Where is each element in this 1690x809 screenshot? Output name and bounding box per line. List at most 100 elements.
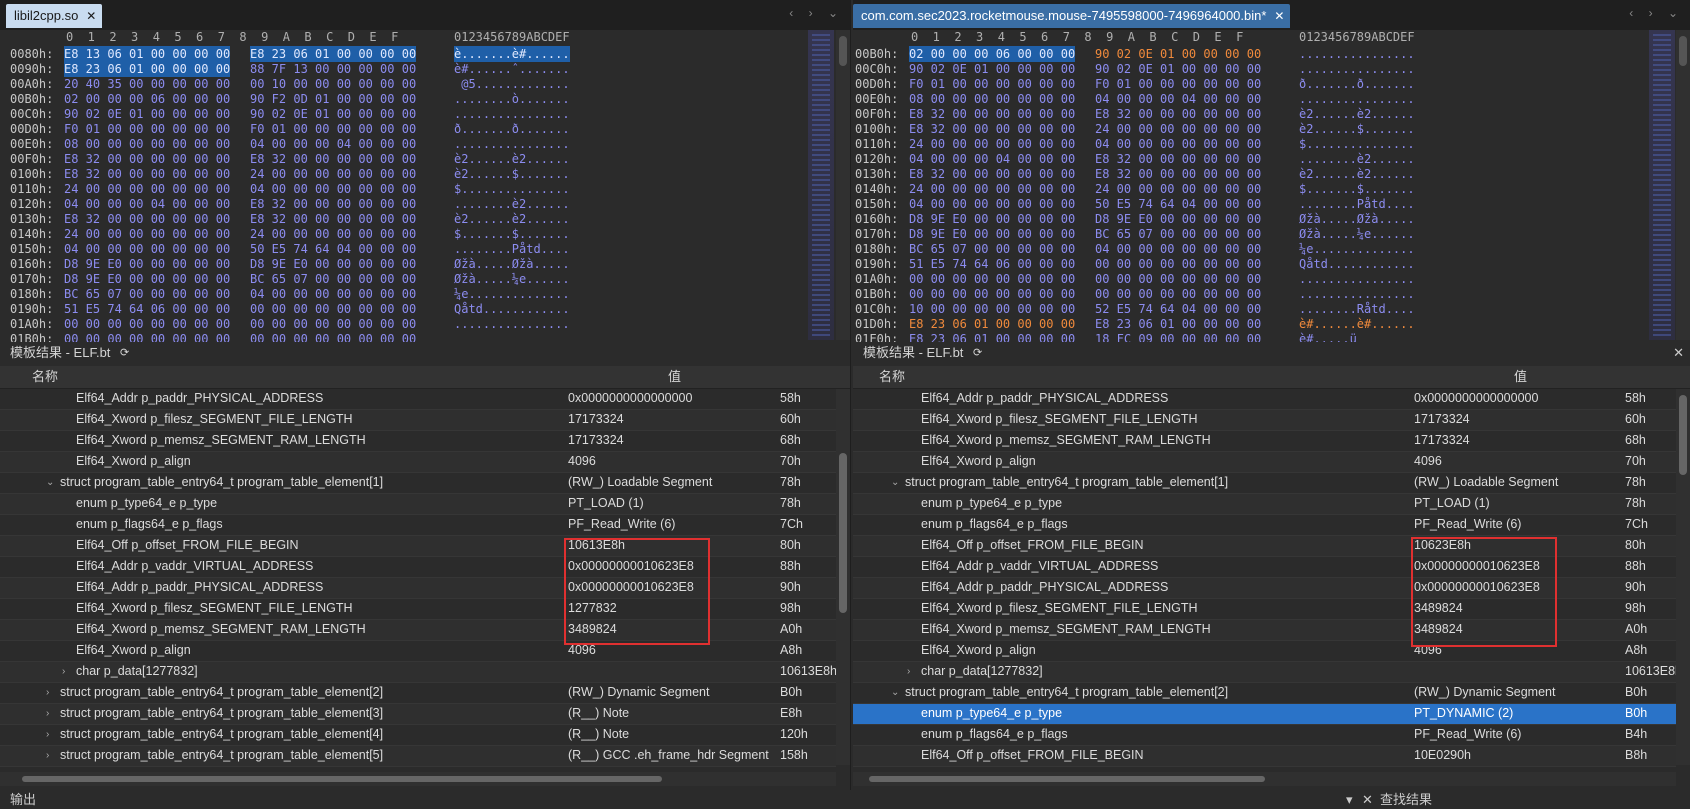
hex-bytes-low[interactable]: 04 00 00 00 04 00 00 00: [909, 151, 1075, 167]
hex-ascii[interactable]: ................: [1299, 46, 1415, 62]
hex-bytes-low[interactable]: E8 23 06 01 00 00 00 00: [909, 316, 1075, 332]
hex-bytes-low[interactable]: D8 9E E0 00 00 00 00 00: [909, 211, 1075, 227]
hex-bytes-high[interactable]: E8 32 00 00 00 00 00 00: [250, 151, 416, 167]
hex-bytes-high[interactable]: 88 7F 13 00 00 00 00 00: [250, 61, 416, 77]
hex-view[interactable]: 0 1 2 3 4 5 6 7 8 9 A B C D E F 01234567…: [0, 30, 850, 346]
hex-ascii[interactable]: Øžà.....¼e......: [1299, 226, 1415, 242]
hex-bytes-low[interactable]: 00 00 00 00 00 00 00 00: [909, 271, 1075, 287]
hex-ascii[interactable]: ¼e..............: [1299, 241, 1415, 257]
table-row[interactable]: enum p_flags64_e p_flags PF_Read_Write (6…: [853, 515, 1676, 536]
chevron-right-icon[interactable]: ›: [46, 725, 49, 745]
hex-scrollbar[interactable]: [836, 30, 850, 340]
hex-ascii[interactable]: è2......$.......: [454, 166, 570, 182]
hex-ascii[interactable]: Qåtd............: [454, 301, 570, 317]
table-row[interactable]: Elf64_Xword p_memsz_SEGMENT_RAM_LENGTH 34…: [0, 620, 836, 641]
hex-row[interactable]: 0090h: E8 23 06 01 00 00 00 00 88 7F 13 00…: [0, 61, 850, 77]
hex-bytes-low[interactable]: D8 9E E0 00 00 00 00 00: [64, 271, 230, 287]
col-name-header[interactable]: 名称: [879, 366, 905, 388]
hex-row[interactable]: 00E0h: 08 00 00 00 00 00 00 00 04 00 00 00…: [853, 91, 1690, 107]
hex-row[interactable]: 0130h: E8 32 00 00 00 00 00 00 E8 32 00 00…: [0, 211, 850, 227]
hex-bytes-high[interactable]: BC 65 07 00 00 00 00 00: [1095, 226, 1261, 242]
hex-ascii[interactable]: ........ò.......: [454, 91, 570, 107]
close-icon[interactable]: ✕: [1673, 342, 1684, 364]
table-row[interactable]: Elf64_Off p_offset_FROM_FILE_BEGIN 10E029…: [853, 746, 1676, 767]
table-row[interactable]: Elf64_Xword p_align 4096 A8h: [0, 641, 836, 662]
col-name-header[interactable]: 名称: [32, 366, 58, 388]
hex-ascii[interactable]: è2......$.......: [1299, 121, 1415, 137]
hex-minimap[interactable]: [808, 30, 834, 340]
table-vscrollbar[interactable]: [836, 389, 850, 765]
hex-row[interactable]: 01B0h: 00 00 00 00 00 00 00 00 00 00 00 00…: [853, 286, 1690, 302]
hex-bytes-high[interactable]: 24 00 00 00 00 00 00 00: [250, 226, 416, 242]
hex-bytes-high[interactable]: E8 32 00 00 00 00 00 00: [1095, 106, 1261, 122]
hex-bytes-low[interactable]: 24 00 00 00 00 00 00 00: [64, 181, 230, 197]
hex-row[interactable]: 0100h: E8 32 00 00 00 00 00 00 24 00 00 00…: [0, 166, 850, 182]
hex-bytes-high[interactable]: 04 00 00 00 04 00 00 00: [1095, 91, 1261, 107]
hex-bytes-high[interactable]: 00 00 00 00 00 00 00 00: [1095, 256, 1261, 272]
table-row[interactable]: ⌄ struct program_table_entry64_t program_…: [0, 473, 836, 494]
hex-bytes-high[interactable]: F0 01 00 00 00 00 00 00: [1095, 76, 1261, 92]
hex-bytes-low[interactable]: 04 00 00 00 00 00 00 00: [909, 196, 1075, 212]
hex-scrollbar[interactable]: [1676, 30, 1690, 340]
table-row[interactable]: enum p_type64_e p_type PT_DYNAMIC (2) B0h: [853, 704, 1676, 725]
hex-row[interactable]: 0110h: 24 00 00 00 00 00 00 00 04 00 00 00…: [853, 136, 1690, 152]
hex-bytes-low[interactable]: 90 02 0E 01 00 00 00 00: [64, 106, 230, 122]
table-row[interactable]: Elf64_Xword p_filesz_SEGMENT_FILE_LENGTH…: [0, 599, 836, 620]
tab-libil2cpp[interactable]: libil2cpp.so ✕: [6, 4, 103, 28]
hex-bytes-high[interactable]: 00 00 00 00 00 00 00 00: [1095, 271, 1261, 287]
hex-ascii[interactable]: ð.......ð.......: [454, 121, 570, 137]
hex-bytes-low[interactable]: 90 02 0E 01 00 00 00 00: [909, 61, 1075, 77]
hex-row[interactable]: 0170h: D8 9E E0 00 00 00 00 00 BC 65 07 00…: [853, 226, 1690, 242]
close-icon[interactable]: ✕: [1362, 790, 1373, 809]
hex-bytes-low[interactable]: 00 00 00 00 00 00 00 00: [909, 286, 1075, 302]
table-row[interactable]: Elf64_Addr p_paddr_PHYSICAL_ADDRESS 0x000…: [0, 578, 836, 599]
hex-ascii[interactable]: è2......è2......: [454, 151, 570, 167]
table-row[interactable]: ⌄ struct program_table_entry64_t program_…: [853, 473, 1676, 494]
hex-row[interactable]: 0170h: D8 9E E0 00 00 00 00 00 BC 65 07 00…: [0, 271, 850, 287]
hex-bytes-high[interactable]: 00 00 00 00 00 00 00 00: [250, 301, 416, 317]
hex-ascii[interactable]: ........Påtd....: [454, 241, 570, 257]
table-row[interactable]: Elf64_Xword p_align 4096 70h: [853, 452, 1676, 473]
hex-bytes-low[interactable]: 51 E5 74 64 06 00 00 00: [64, 301, 230, 317]
table-row[interactable]: › struct program_table_entry64_t program_…: [0, 704, 836, 725]
hex-ascii[interactable]: $...............: [1299, 136, 1415, 152]
hex-bytes-low[interactable]: 24 00 00 00 00 00 00 00: [909, 136, 1075, 152]
hex-row[interactable]: 0140h: 24 00 00 00 00 00 00 00 24 00 00 00…: [853, 181, 1690, 197]
hex-bytes-low[interactable]: D8 9E E0 00 00 00 00 00: [64, 256, 230, 272]
hex-bytes-high[interactable]: 90 02 0E 01 00 00 00 00: [250, 106, 416, 122]
tab-nav-icons[interactable]: ‹ › ⌄: [789, 6, 844, 20]
hex-row[interactable]: 0190h: 51 E5 74 64 06 00 00 00 00 00 00 00…: [0, 301, 850, 317]
hex-row[interactable]: 0100h: E8 32 00 00 00 00 00 00 24 00 00 00…: [853, 121, 1690, 137]
hex-ascii[interactable]: è2......è2......: [1299, 106, 1415, 122]
hex-bytes-high[interactable]: 90 02 0E 01 00 00 00 00: [1095, 61, 1261, 77]
table-row[interactable]: Elf64_Xword p_memsz_SEGMENT_RAM_LENGTH 34…: [853, 620, 1676, 641]
hex-ascii[interactable]: Øžà.....Øžà.....: [454, 256, 570, 272]
hex-bytes-high[interactable]: E8 32 00 00 00 00 00 00: [1095, 151, 1261, 167]
search-results-tab[interactable]: 查找结果: [1380, 790, 1432, 809]
chevron-down-icon[interactable]: ⌄: [46, 473, 54, 493]
table-row[interactable]: Elf64_Off p_offset_FROM_FILE_BEGIN 10623E…: [853, 536, 1676, 557]
table-row[interactable]: Elf64_Addr p_paddr_PHYSICAL_ADDRESS 0x000…: [0, 389, 836, 410]
table-row[interactable]: Elf64_Xword p_filesz_SEGMENT_FILE_LENGTH…: [853, 410, 1676, 431]
hex-bytes-low[interactable]: 02 00 00 00 06 00 00 00: [909, 46, 1076, 62]
hex-bytes-low[interactable]: 24 00 00 00 00 00 00 00: [64, 226, 230, 242]
hex-bytes-high[interactable]: 00 00 00 00 00 00 00 00: [250, 316, 416, 332]
hex-bytes-high[interactable]: E8 23 06 01 00 00 00 00: [250, 46, 417, 62]
hex-ascii[interactable]: ................: [1299, 286, 1415, 302]
hex-bytes-low[interactable]: E8 13 06 01 00 00 00 00: [64, 46, 231, 62]
hex-row[interactable]: 0180h: BC 65 07 00 00 00 00 00 04 00 00 00…: [0, 286, 850, 302]
hex-ascii[interactable]: Øžà.....¼e......: [454, 271, 570, 287]
hex-ascii[interactable]: Øžà.....Øžà.....: [1299, 211, 1415, 227]
refresh-icon[interactable]: ⟳: [973, 342, 982, 364]
hex-bytes-high[interactable]: 50 E5 74 64 04 00 00 00: [1095, 196, 1261, 212]
hex-ascii[interactable]: è2......è2......: [1299, 166, 1415, 182]
hex-bytes-high[interactable]: 24 00 00 00 00 00 00 00: [1095, 121, 1261, 137]
pin-icon[interactable]: ▾: [1346, 790, 1353, 809]
hex-ascii[interactable]: ................: [454, 316, 570, 332]
table-row[interactable]: Elf64_Xword p_memsz_SEGMENT_RAM_LENGTH 17…: [853, 431, 1676, 452]
hex-row[interactable]: 00C0h: 90 02 0E 01 00 00 00 00 90 02 0E 01…: [853, 61, 1690, 77]
hex-bytes-high[interactable]: 04 00 00 00 00 00 00 00: [250, 181, 416, 197]
hex-bytes-low[interactable]: 04 00 00 00 04 00 00 00: [64, 196, 230, 212]
hex-bytes-low[interactable]: E8 32 00 00 00 00 00 00: [909, 166, 1075, 182]
hex-row[interactable]: 0130h: E8 32 00 00 00 00 00 00 E8 32 00 00…: [853, 166, 1690, 182]
